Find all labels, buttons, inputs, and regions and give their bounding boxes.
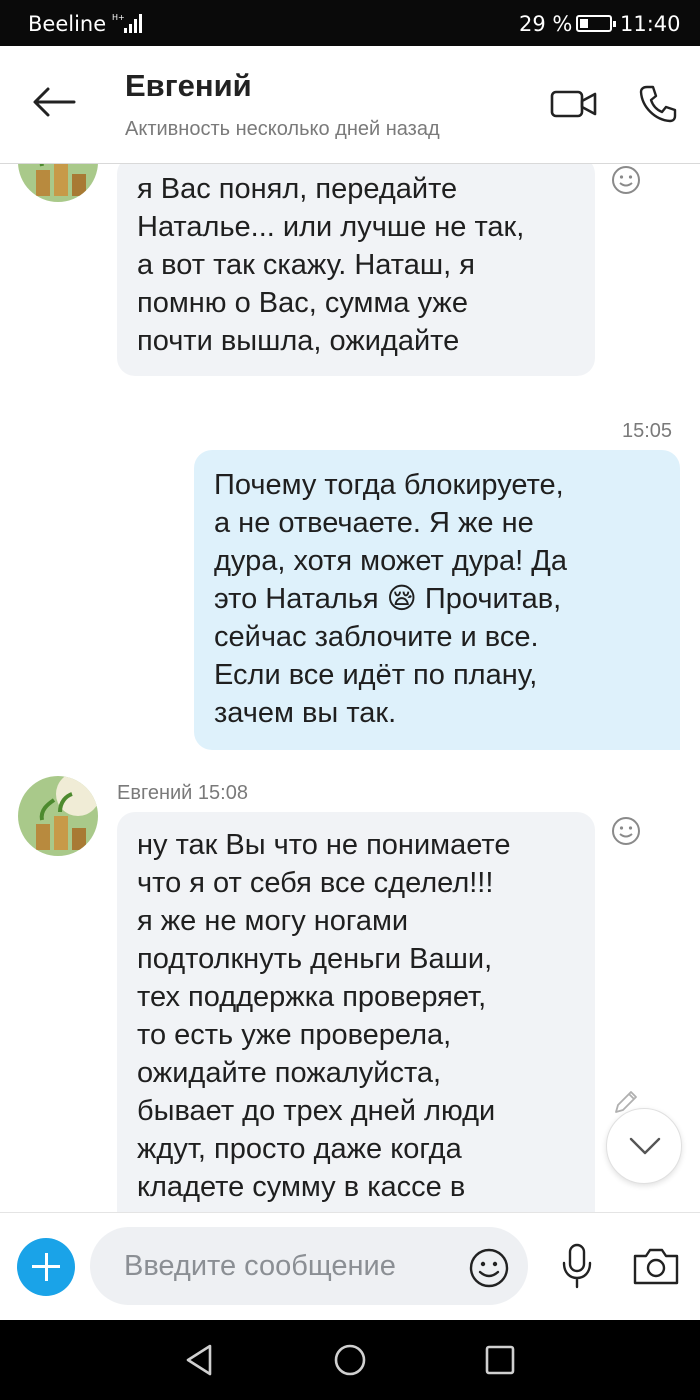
sleepy-face-emoji: 😪 <box>386 583 417 615</box>
message-field <box>90 1227 528 1305</box>
battery-icon <box>576 15 616 32</box>
avatar-image <box>18 776 98 856</box>
camera-icon[interactable] <box>632 1246 680 1286</box>
battery-percent: 29 % <box>519 12 573 36</box>
video-call-icon[interactable] <box>550 88 598 120</box>
avatar[interactable] <box>18 164 98 202</box>
chat-header: Евгений Активность несколько дней назад <box>0 46 700 164</box>
system-nav-bar <box>0 1320 700 1400</box>
message-bubble-incoming[interactable]: ну так Вы что не понимаете что я от себя… <box>117 812 595 1212</box>
back-arrow-icon[interactable] <box>30 84 78 120</box>
add-reaction-icon[interactable] <box>611 165 641 195</box>
battery-fill <box>580 19 588 28</box>
nav-home-icon[interactable] <box>332 1342 368 1378</box>
phone-icon[interactable] <box>638 84 678 124</box>
add-attachment-button[interactable] <box>17 1238 75 1296</box>
message-bubble-outgoing[interactable]: Почему тогда блокируете, а не отвечаете.… <box>194 450 680 750</box>
message-time: 15:05 <box>622 420 673 442</box>
carrier-name: Beeline <box>28 12 107 36</box>
avatar-image <box>18 164 98 202</box>
nav-recents-icon[interactable] <box>482 1342 518 1378</box>
svg-text:H+: H+ <box>112 13 125 22</box>
signal-icon: H+ <box>112 13 142 33</box>
scroll-to-bottom-button[interactable] <box>606 1108 682 1184</box>
clock: 11:40 <box>620 12 681 36</box>
microphone-icon[interactable] <box>560 1243 594 1289</box>
chevron-down-icon <box>629 1137 661 1155</box>
composer-bar <box>0 1212 700 1320</box>
message-list[interactable]: я Вас понял, передайте Наталье... или лу… <box>0 164 700 1212</box>
status-bar: Beeline H+ 29 % 11:40 <box>0 0 700 46</box>
message-input[interactable] <box>124 1245 454 1287</box>
contact-name[interactable]: Евгений <box>125 68 252 104</box>
emoji-icon[interactable] <box>468 1247 510 1289</box>
avatar[interactable] <box>18 776 98 856</box>
add-reaction-icon[interactable] <box>611 816 641 846</box>
message-bubble-incoming[interactable]: я Вас понял, передайте Наталье... или лу… <box>117 164 595 376</box>
nav-back-icon[interactable] <box>182 1342 218 1378</box>
sender-meta: Евгений 15:08 <box>117 782 248 804</box>
presence-status: Активность несколько дней назад <box>125 118 440 140</box>
